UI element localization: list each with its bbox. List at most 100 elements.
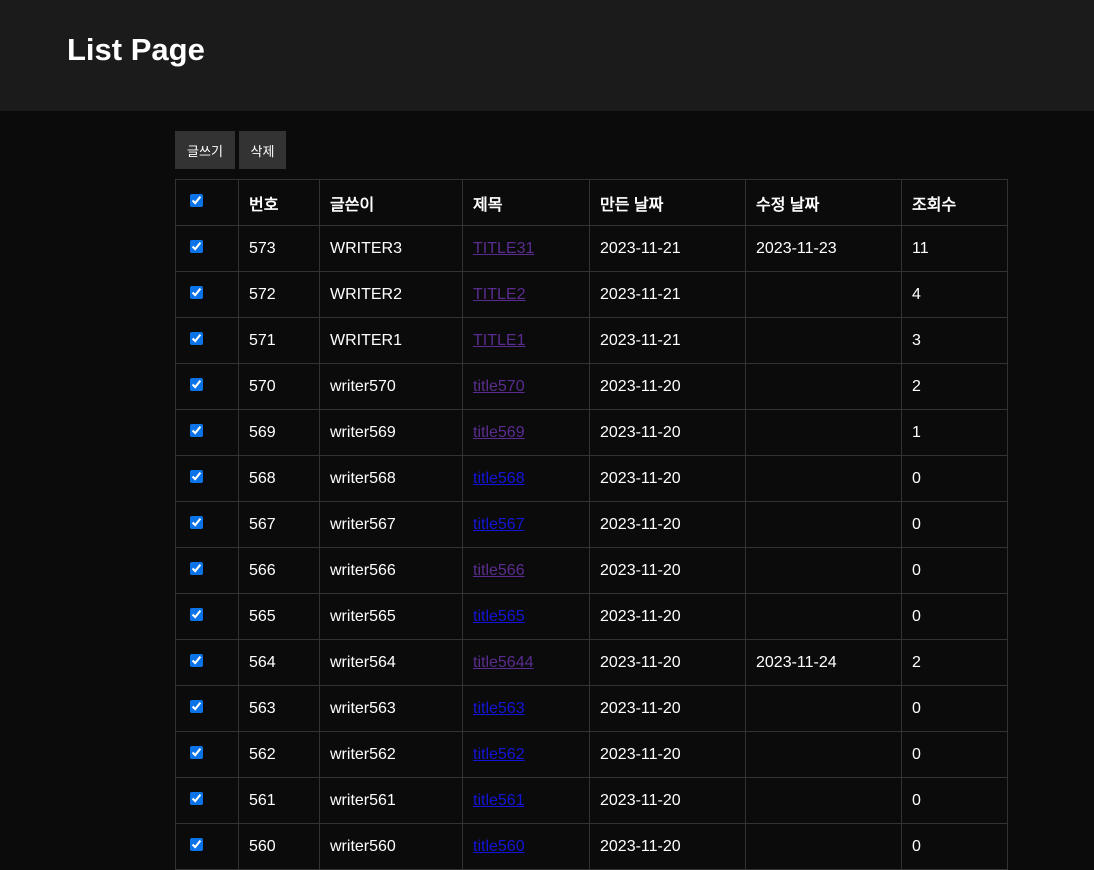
row-select-checkbox[interactable] bbox=[190, 838, 203, 851]
post-views: 4 bbox=[901, 271, 1008, 318]
post-created-date: 2023-11-20 bbox=[589, 593, 746, 640]
table-row: 561 writer561 title561 2023-11-20 0 bbox=[175, 777, 1008, 824]
post-created-date: 2023-11-21 bbox=[589, 271, 746, 318]
post-modified-date bbox=[745, 593, 902, 640]
row-select-cell bbox=[175, 823, 239, 870]
column-header-writer[interactable]: 글쓴이 bbox=[319, 179, 463, 226]
post-views: 11 bbox=[901, 225, 1008, 272]
row-select-checkbox[interactable] bbox=[190, 424, 203, 437]
column-header-created[interactable]: 만든 날짜 bbox=[589, 179, 746, 226]
post-number: 569 bbox=[238, 409, 320, 456]
post-number: 565 bbox=[238, 593, 320, 640]
post-title-link[interactable]: title568 bbox=[473, 470, 525, 487]
post-title-cell: title563 bbox=[462, 685, 590, 732]
row-select-cell bbox=[175, 501, 239, 548]
post-modified-date bbox=[745, 363, 902, 410]
row-select-cell bbox=[175, 271, 239, 318]
post-title-cell: title566 bbox=[462, 547, 590, 594]
column-header-views[interactable]: 조회수 bbox=[901, 179, 1008, 226]
post-views: 2 bbox=[901, 363, 1008, 410]
column-header-title[interactable]: 제목 bbox=[462, 179, 590, 226]
post-views: 0 bbox=[901, 685, 1008, 732]
post-title-cell: title562 bbox=[462, 731, 590, 778]
row-select-cell bbox=[175, 685, 239, 732]
row-select-checkbox[interactable] bbox=[190, 332, 203, 345]
post-title-link[interactable]: title5644 bbox=[473, 654, 534, 671]
column-header-number[interactable]: 번호 bbox=[238, 179, 320, 226]
post-title-link[interactable]: TITLE31 bbox=[473, 240, 534, 257]
main-content: 글쓰기 삭제 번호 글쓴이 제목 만든 날짜 수정 날짜 조회수 573 WRI… bbox=[175, 131, 1008, 870]
post-modified-date bbox=[745, 731, 902, 778]
table-row: 564 writer564 title5644 2023-11-20 2023-11-2… bbox=[175, 639, 1008, 686]
post-number: 571 bbox=[238, 317, 320, 364]
table-row: 571 WRITER1 TITLE1 2023-11-21 3 bbox=[175, 317, 1008, 364]
row-select-checkbox[interactable] bbox=[190, 240, 203, 253]
post-writer: writer570 bbox=[319, 363, 463, 410]
post-writer: writer563 bbox=[319, 685, 463, 732]
post-views: 0 bbox=[901, 455, 1008, 502]
post-title-link[interactable]: title561 bbox=[473, 792, 525, 809]
post-views: 0 bbox=[901, 731, 1008, 778]
row-select-checkbox[interactable] bbox=[190, 746, 203, 759]
post-writer: WRITER2 bbox=[319, 271, 463, 318]
row-select-checkbox[interactable] bbox=[190, 516, 203, 529]
row-select-cell bbox=[175, 225, 239, 272]
post-title-link[interactable]: title570 bbox=[473, 378, 525, 395]
post-number: 566 bbox=[238, 547, 320, 594]
post-modified-date bbox=[745, 685, 902, 732]
post-title-link[interactable]: title563 bbox=[473, 700, 525, 717]
select-all-cell bbox=[175, 179, 239, 226]
row-select-checkbox[interactable] bbox=[190, 608, 203, 621]
post-number: 564 bbox=[238, 639, 320, 686]
select-all-checkbox[interactable] bbox=[190, 194, 203, 207]
post-number: 563 bbox=[238, 685, 320, 732]
post-created-date: 2023-11-20 bbox=[589, 685, 746, 732]
post-title-cell: TITLE2 bbox=[462, 271, 590, 318]
post-title-link[interactable]: TITLE2 bbox=[473, 286, 525, 303]
table-row: 566 writer566 title566 2023-11-20 0 bbox=[175, 547, 1008, 594]
top-header: List Page bbox=[0, 0, 1094, 111]
row-select-checkbox[interactable] bbox=[190, 562, 203, 575]
post-title-link[interactable]: title560 bbox=[473, 838, 525, 855]
post-title-link[interactable]: title562 bbox=[473, 746, 525, 763]
post-writer: writer567 bbox=[319, 501, 463, 548]
row-select-checkbox[interactable] bbox=[190, 792, 203, 805]
table-row: 572 WRITER2 TITLE2 2023-11-21 4 bbox=[175, 271, 1008, 318]
post-number: 562 bbox=[238, 731, 320, 778]
post-title-link[interactable]: title567 bbox=[473, 516, 525, 533]
post-writer: writer560 bbox=[319, 823, 463, 870]
row-select-cell bbox=[175, 455, 239, 502]
table-row: 567 writer567 title567 2023-11-20 0 bbox=[175, 501, 1008, 548]
post-created-date: 2023-11-20 bbox=[589, 777, 746, 824]
table-body: 573 WRITER3 TITLE31 2023-11-21 2023-11-23 11 5… bbox=[175, 225, 1008, 870]
table-header-row: 번호 글쓴이 제목 만든 날짜 수정 날짜 조회수 bbox=[175, 179, 1008, 226]
post-title-link[interactable]: title565 bbox=[473, 608, 525, 625]
post-title-cell: title570 bbox=[462, 363, 590, 410]
post-title-link[interactable]: TITLE1 bbox=[473, 332, 525, 349]
row-select-checkbox[interactable] bbox=[190, 286, 203, 299]
table-row: 570 writer570 title570 2023-11-20 2 bbox=[175, 363, 1008, 410]
post-number: 568 bbox=[238, 455, 320, 502]
table-row: 562 writer562 title562 2023-11-20 0 bbox=[175, 731, 1008, 778]
post-created-date: 2023-11-20 bbox=[589, 455, 746, 502]
post-title-cell: title5644 bbox=[462, 639, 590, 686]
row-select-cell bbox=[175, 317, 239, 364]
post-modified-date bbox=[745, 409, 902, 456]
post-writer: writer568 bbox=[319, 455, 463, 502]
post-created-date: 2023-11-20 bbox=[589, 409, 746, 456]
post-title-link[interactable]: title569 bbox=[473, 424, 525, 441]
post-views: 0 bbox=[901, 501, 1008, 548]
row-select-checkbox[interactable] bbox=[190, 378, 203, 391]
post-number: 572 bbox=[238, 271, 320, 318]
delete-button[interactable]: 삭제 bbox=[239, 131, 286, 169]
row-select-checkbox[interactable] bbox=[190, 654, 203, 667]
post-views: 1 bbox=[901, 409, 1008, 456]
row-select-checkbox[interactable] bbox=[190, 470, 203, 483]
write-button[interactable]: 글쓰기 bbox=[175, 131, 235, 169]
post-modified-date bbox=[745, 547, 902, 594]
post-writer: writer562 bbox=[319, 731, 463, 778]
column-header-modified[interactable]: 수정 날짜 bbox=[745, 179, 902, 226]
post-title-link[interactable]: title566 bbox=[473, 562, 525, 579]
row-select-checkbox[interactable] bbox=[190, 700, 203, 713]
page-title: List Page bbox=[67, 32, 205, 67]
